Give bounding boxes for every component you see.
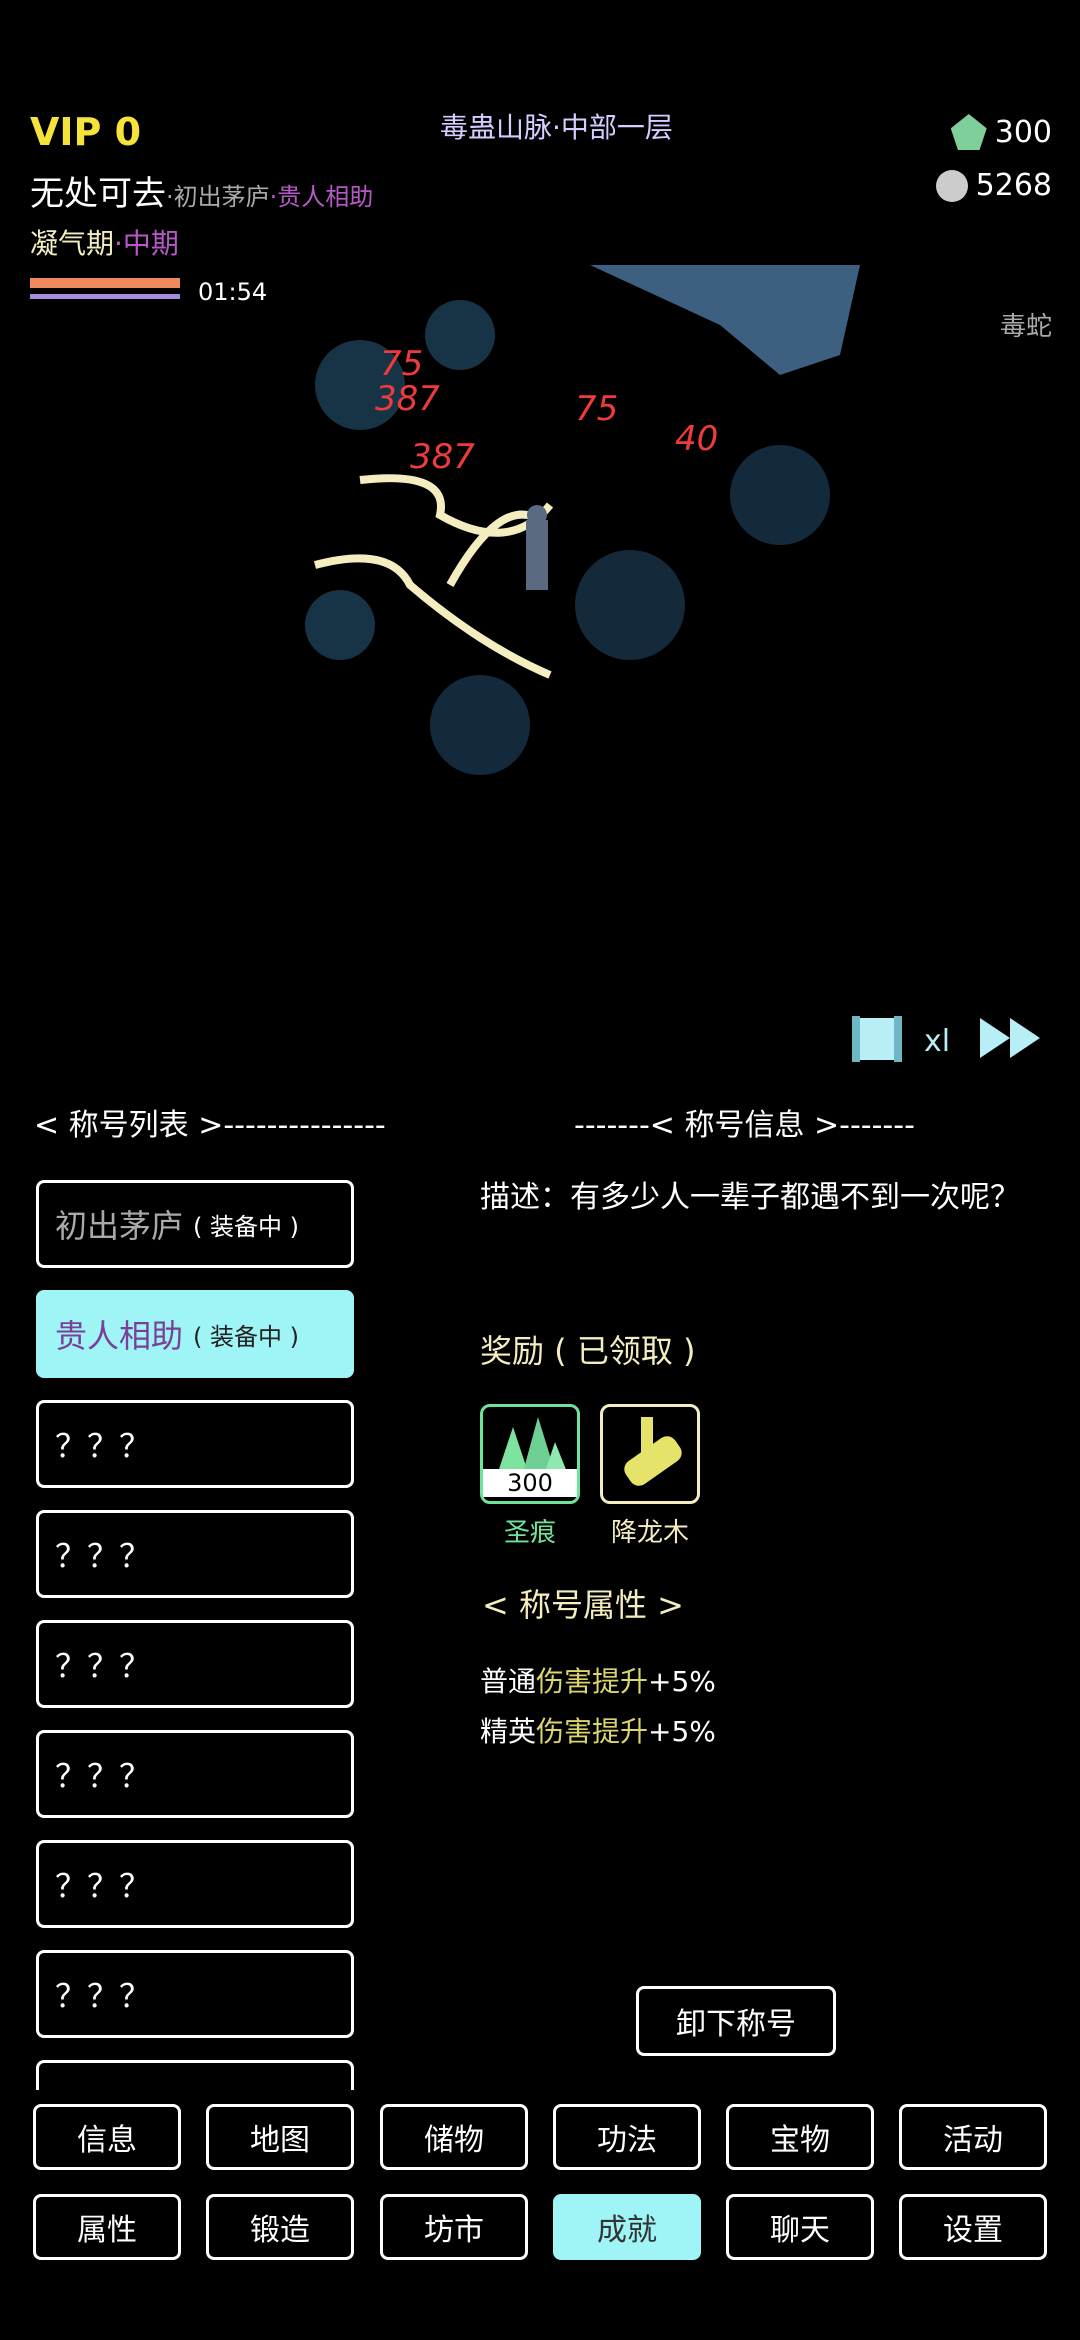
vip-level: VIP 0 — [30, 110, 142, 154]
nav-achievements[interactable]: 成就 — [553, 2194, 701, 2260]
nav-market[interactable]: 坊市 — [380, 2194, 528, 2260]
scroll-icon[interactable] — [850, 1012, 904, 1066]
prop-prefix: 精英 — [480, 1715, 537, 1748]
title-item-partial[interactable] — [36, 2060, 354, 2090]
speed-toggle[interactable]: xl — [924, 1024, 950, 1059]
nav-events[interactable]: 活动 — [899, 2104, 1047, 2170]
prop-stat: 伤害提升 — [536, 1665, 649, 1698]
prop-value: +5% — [648, 1715, 716, 1748]
reward-heading: 奖励 ( 已领取 ) — [480, 1332, 696, 1370]
battle-timer: 01:54 — [198, 278, 268, 306]
prop-stat: 伤害提升 — [536, 1715, 649, 1748]
title-item-guiren[interactable]: 贵人相助 ( 装备中 ) — [36, 1290, 354, 1378]
title-item-label: 初出茅庐 — [55, 1207, 184, 1245]
realm-stage: ·中期 — [114, 227, 179, 260]
prop-prefix: 普通 — [480, 1665, 537, 1698]
title-2: ·贵人相助 — [269, 183, 374, 211]
player-name-line: 无处可去·初出茅庐·贵人相助 — [30, 166, 373, 215]
nav-attributes[interactable]: 属性 — [33, 2194, 181, 2260]
stone-currency: 5268 — [935, 168, 1052, 203]
title-item-locked[interactable]: ？？？ — [36, 1620, 354, 1708]
nav-forge[interactable]: 锻造 — [206, 2194, 354, 2260]
nav-treasure[interactable]: 宝物 — [726, 2104, 874, 2170]
title-list-heading: < 称号列表 >--------------- — [34, 1108, 386, 1143]
gem-currency: 300 — [950, 114, 1052, 150]
damage-number: 75 — [575, 389, 618, 429]
hp-bar — [30, 278, 180, 288]
realm: 凝气期 — [30, 227, 115, 260]
wood-log-icon — [624, 1417, 682, 1486]
title-item-label: 贵人相助 — [55, 1317, 184, 1355]
reward-count: 300 — [483, 1469, 577, 1497]
title-item-label: ？？？ — [55, 1977, 152, 2015]
reward-item-xianglongmu[interactable] — [600, 1404, 700, 1504]
nav-chat[interactable]: 聊天 — [726, 2194, 874, 2260]
unequip-title-button[interactable]: 卸下称号 — [636, 1986, 836, 2056]
location-title: 毒蛊山脉·中部一层 — [440, 111, 673, 144]
gem-count: 300 — [994, 114, 1052, 150]
bush — [430, 675, 530, 775]
title-1: ·初出茅庐 — [166, 183, 270, 211]
reward-name: 圣痕 — [503, 1518, 556, 1548]
title-item-label: ？？？ — [55, 1757, 152, 1795]
title-item-locked[interactable]: ？？？ — [36, 1510, 354, 1598]
fast-forward-icon[interactable] — [980, 1016, 1042, 1060]
reward-name: 降龙木 — [610, 1518, 689, 1548]
prop-value: +5% — [648, 1665, 716, 1698]
spirit-stone-icon — [935, 169, 968, 202]
rock-outcrop — [590, 265, 860, 375]
battle-scene: 75 387 75 387 40 — [305, 265, 860, 775]
snake — [359, 474, 554, 537]
equipped-tag: ( 装备中 ) — [193, 1322, 299, 1351]
prop-line: 精英伤害提升+5% — [480, 1710, 716, 1750]
reward-item-shenghen[interactable]: 300 — [480, 1404, 580, 1504]
mp-bar — [30, 294, 180, 299]
damage-number: 40 — [675, 419, 718, 459]
nav-info[interactable]: 信息 — [33, 2104, 181, 2170]
bush — [730, 445, 830, 545]
nav-storage[interactable]: 储物 — [380, 2104, 528, 2170]
title-item-label: ？？？ — [55, 1647, 152, 1685]
enemy-name: 毒蛇 — [999, 312, 1052, 342]
bush — [575, 550, 685, 660]
title-description: 描述：有多少人一辈子都遇不到一次呢？ — [480, 1180, 1020, 1215]
damage-number: 387 — [375, 379, 440, 419]
title-item-label: ？？？ — [55, 1867, 152, 1905]
damage-number: 75 — [380, 344, 423, 384]
player-character — [526, 520, 548, 590]
title-item-label: ？？？ — [55, 1537, 152, 1575]
nav-settings[interactable]: 设置 — [899, 2194, 1047, 2260]
title-item-chuchu[interactable]: 初出茅庐 ( 装备中 ) — [36, 1180, 354, 1268]
player-name: 无处可去 — [30, 174, 166, 214]
player-head — [527, 505, 547, 525]
prop-line: 普通伤害提升+5% — [480, 1660, 716, 1700]
title-item-locked[interactable]: ？？？ — [36, 1730, 354, 1818]
title-item-locked[interactable]: ？？？ — [36, 1400, 354, 1488]
title-props-heading: < 称号属性 > — [482, 1586, 684, 1624]
title-item-label: ？？？ — [55, 1427, 152, 1465]
nav-map[interactable]: 地图 — [206, 2104, 354, 2170]
crystal-icon — [950, 114, 987, 150]
equipped-tag: ( 装备中 ) — [193, 1212, 299, 1241]
realm-label: 凝气期·中期 — [30, 222, 179, 262]
bush — [425, 300, 495, 370]
title-info-heading: -------< 称号信息 >------- — [574, 1108, 915, 1143]
damage-number: 387 — [410, 437, 475, 477]
nav-skills[interactable]: 功法 — [553, 2104, 701, 2170]
stone-count: 5268 — [975, 168, 1052, 203]
title-item-locked[interactable]: ？？？ — [36, 1950, 354, 2038]
title-item-locked[interactable]: ？？？ — [36, 1840, 354, 1928]
bush — [305, 590, 375, 660]
